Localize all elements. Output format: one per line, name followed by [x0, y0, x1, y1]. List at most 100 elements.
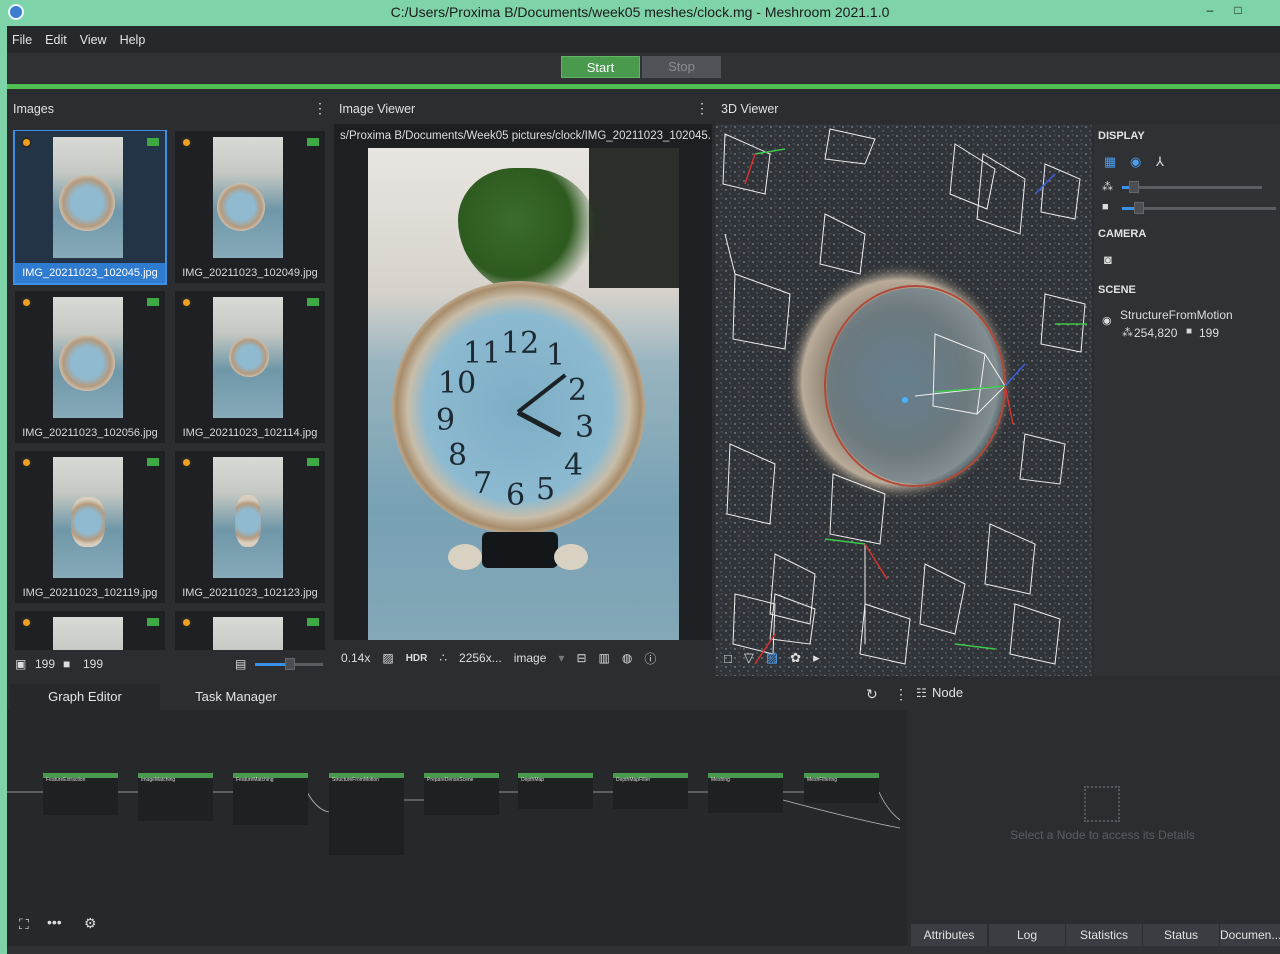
3d-viewport[interactable]: □ ▽ ▨ ✿ ▸ [715, 124, 1092, 676]
target-icon[interactable]: ◉ [1130, 154, 1141, 170]
gear-icon[interactable]: ⚙ [84, 915, 97, 932]
intrinsic-status-icon [181, 297, 192, 308]
refresh-icon[interactable]: ↻ [866, 686, 878, 703]
thumbnail-label: IMG_20211023_102114.jpg [182, 427, 318, 439]
minimize-button[interactable]: – [1196, 0, 1224, 24]
camera-reconstructed-icon [307, 298, 319, 306]
tab-statistics[interactable]: Statistics [1066, 924, 1142, 946]
tab-attributes[interactable]: Attributes [911, 924, 987, 946]
thumbnail[interactable]: IMG_20211023_102119.jpg [15, 451, 165, 603]
image-viewer-title: Image Viewer [333, 90, 711, 124]
sliders-icon: ☷ [916, 686, 927, 700]
thumbnail-image [53, 457, 123, 578]
camera-icon: ■ [63, 657, 71, 671]
graph-node[interactable]: ImageMatching [138, 773, 213, 821]
3d-viewer-title: 3D Viewer [715, 90, 1092, 124]
image-count: 199 [35, 657, 56, 671]
graph-node[interactable]: StructureFromMotion [329, 773, 404, 855]
thumbnail[interactable]: IMG_20211023_102114.jpg [175, 291, 325, 443]
camera-reconstructed-icon [307, 618, 319, 626]
camera-count: 199 [83, 657, 104, 671]
point-count: 254,820 [1134, 326, 1178, 340]
graph-menu-icon[interactable]: ⋮ [894, 686, 908, 703]
graph-node[interactable]: MeshFiltering [804, 773, 879, 803]
tab-graph-editor[interactable]: Graph Editor [10, 684, 160, 710]
wireframe-icon[interactable]: ▨ [766, 650, 778, 666]
images-menu-icon[interactable]: ⋮ [313, 100, 327, 117]
node-panel-title: Node [932, 685, 964, 700]
graph-node[interactable]: FeatureMatching [233, 773, 308, 825]
thumbnail-image [213, 297, 283, 418]
menu-edit[interactable]: Edit [45, 33, 67, 47]
progress-bar [7, 84, 1280, 89]
menu-help[interactable]: Help [120, 33, 146, 47]
images-footer: ▣ 199 ■ 199 ▤ [13, 653, 325, 675]
resolution-label: 2256x... [459, 651, 502, 665]
camera-icon[interactable]: ◙ [1104, 252, 1112, 267]
histogram-icon[interactable]: ▥ [599, 651, 610, 665]
slider-handle[interactable] [1134, 202, 1144, 214]
intrinsic-status-icon [181, 457, 192, 468]
viewer-image: 12 1 2 3 4 5 6 7 8 9 10 11 [368, 148, 679, 664]
maximize-button[interactable]: □ [1224, 0, 1252, 24]
thumbnail[interactable]: IMG_20211023_102049.jpg [175, 131, 325, 283]
thumbnail[interactable]: IMG_20211023_102045.jpg [13, 130, 167, 285]
camera-count: 199 [1199, 326, 1220, 340]
scene-section-title: SCENE [1098, 284, 1136, 296]
filter-icon[interactable]: ▽ [744, 650, 754, 666]
point-size-slider[interactable] [1122, 186, 1262, 189]
settings-icon[interactable]: ✿ [790, 650, 801, 666]
stop-button[interactable]: Stop [642, 56, 721, 78]
images-grid: IMG_20211023_102045.jpg IMG_20211023_102… [13, 130, 325, 650]
menu-view[interactable]: View [80, 33, 107, 47]
menu-file[interactable]: File [12, 33, 32, 47]
window-title: C:/Users/Proxima B/Documents/week05 mesh… [390, 4, 890, 20]
info-icon[interactable]: ⓘ [644, 650, 656, 667]
thumbnail[interactable]: IMG_20211023_102056.jpg [15, 291, 165, 443]
tab-documentation[interactable]: Documen... [1220, 924, 1280, 946]
thumbnail[interactable] [15, 611, 165, 650]
thumbnail[interactable]: IMG_20211023_102123.jpg [175, 451, 325, 603]
more-icon[interactable]: ••• [47, 914, 62, 930]
graph-node[interactable]: PrepareDenseScene [424, 773, 499, 815]
graph-node[interactable]: DepthMap [518, 773, 593, 809]
intrinsic-status-icon [21, 617, 32, 628]
visibility-eye-icon[interactable]: ◉ [1102, 314, 1112, 327]
tab-status[interactable]: Status [1143, 924, 1219, 946]
slider-handle[interactable] [1129, 181, 1139, 193]
point-cloud [715, 124, 1092, 676]
slider-handle[interactable] [285, 658, 295, 670]
features-icon[interactable]: ∴ [439, 651, 447, 665]
hdr-toggle[interactable]: HDR [406, 653, 428, 664]
image-viewer-menu-icon[interactable]: ⋮ [695, 100, 709, 117]
thumbnail[interactable] [175, 611, 325, 650]
start-button[interactable]: Start [561, 56, 640, 78]
fit-graph-icon[interactable]: ⛶ [19, 916, 29, 933]
camera-reconstructed-icon [307, 138, 319, 146]
thumbnail-image [213, 617, 283, 650]
chevron-right-icon[interactable]: ▸ [813, 650, 820, 666]
globe-icon[interactable]: ◍ [622, 651, 632, 665]
intrinsic-status-icon [21, 297, 32, 308]
camera-scale-slider[interactable] [1122, 207, 1276, 210]
tab-task-manager[interactable]: Task Manager [160, 684, 312, 710]
hatch-icon[interactable]: ▨ [382, 651, 393, 665]
status-bar [7, 946, 1280, 954]
scene-item-name[interactable]: StructureFromMotion [1120, 308, 1233, 322]
graph-node[interactable]: DepthMapFilter [613, 773, 688, 809]
fit-icon[interactable]: ⊟ [576, 651, 586, 665]
node-panel-hint: Select a Node to access its Details [1010, 828, 1195, 842]
display-section-title: DISPLAY [1098, 130, 1145, 142]
fit-view-icon[interactable]: □ [724, 651, 732, 666]
gizmo-icon[interactable]: ⅄ [1156, 154, 1164, 170]
grid-icon[interactable]: ▦ [1104, 154, 1116, 170]
graph-node[interactable]: Meshing [708, 773, 783, 813]
channel-select[interactable]: image [514, 651, 547, 665]
node-panel: ☷ Node Select a Node to access its Detai… [910, 680, 1280, 954]
image-path: s/Proxima B/Documents/Week05 pictures/cl… [340, 130, 710, 142]
graph-node[interactable]: FeatureExtraction [43, 773, 118, 815]
image-viewer[interactable]: 12 1 2 3 4 5 6 7 8 9 10 11 s/Proxima B/D… [334, 124, 712, 676]
tab-log[interactable]: Log [989, 924, 1065, 946]
chevron-down-icon[interactable]: ▾ [558, 651, 564, 665]
camera-reconstructed-icon [147, 618, 159, 626]
